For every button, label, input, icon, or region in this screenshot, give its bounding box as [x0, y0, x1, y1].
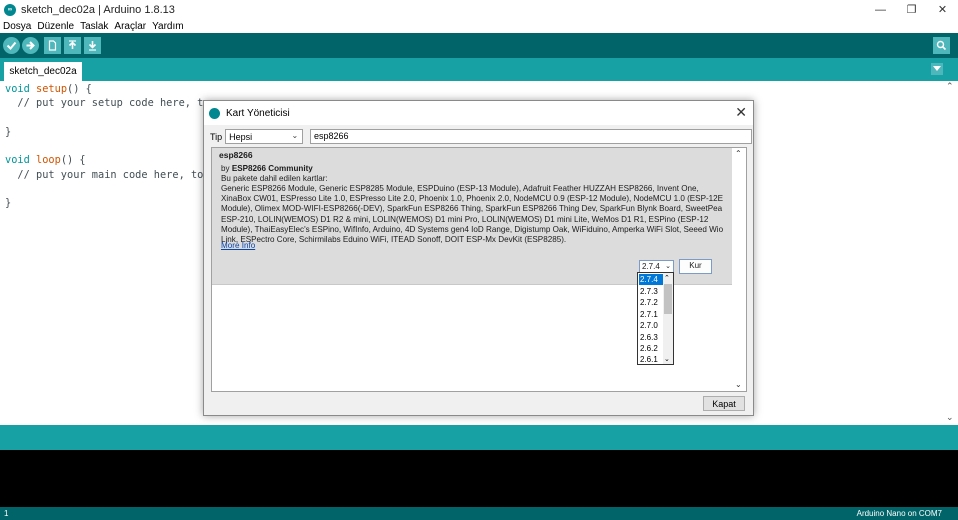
code-keyword: void — [5, 83, 30, 95]
toolbar — [0, 33, 958, 58]
list-scrollbar[interactable]: ⌃ ⌄ — [732, 148, 746, 391]
code-line: void setup() { — [5, 83, 944, 97]
package-name: esp8266 — [219, 150, 253, 160]
chevron-down-icon — [933, 66, 941, 71]
status-bar: 1 Arduino Nano on COM7 — [0, 507, 958, 520]
dialog-title: Kart Yöneticisi — [226, 107, 290, 119]
type-select-value: Hepsi — [229, 131, 253, 142]
editor-scrollbar[interactable]: ⌃ ⌄ — [944, 81, 958, 425]
upload-button[interactable] — [22, 37, 39, 54]
board-port-status: Arduino Nano on COM7 — [856, 509, 942, 518]
package-author-prefix: by — [221, 164, 230, 173]
menu-bar: Dosya Düzenle Taslak Araçlar Yardım — [0, 19, 190, 33]
version-dropdown[interactable]: 2.7.4 2.7.3 2.7.2 2.7.1 2.7.0 2.6.3 2.6.… — [637, 272, 674, 365]
tab-sketch[interactable]: sketch_dec02a — [4, 62, 82, 81]
upload-icon — [26, 41, 35, 50]
verify-button[interactable] — [3, 37, 20, 54]
code-keyword: void — [5, 154, 30, 167]
dropdown-scrollbar[interactable]: ⌃ ⌄ — [663, 273, 673, 364]
serial-monitor-icon — [936, 40, 947, 51]
version-select-value: 2.7.4 — [642, 261, 660, 271]
included-boards-list: Generic ESP8266 Module, Generic ESP8285 … — [221, 184, 724, 245]
code-function: setup — [36, 83, 68, 95]
menu-sketch[interactable]: Taslak — [80, 21, 108, 32]
dialog-close-icon[interactable]: ✕ — [735, 104, 747, 121]
scroll-up-icon[interactable]: ⌃ — [946, 81, 954, 92]
new-icon — [48, 40, 57, 51]
verify-icon — [6, 41, 17, 50]
console-output — [0, 450, 958, 507]
type-select[interactable]: Hepsi ⌄ — [225, 129, 304, 144]
code-text: () { — [67, 83, 92, 95]
scroll-up-icon[interactable]: ⌃ — [664, 274, 670, 282]
tab-menu-button[interactable] — [931, 63, 943, 75]
title-bar: ∞ sketch_dec02a | Arduino 1.8.13 — ❐ ✕ — [0, 0, 958, 19]
save-icon — [88, 41, 97, 51]
chevron-down-icon: ⌄ — [291, 131, 299, 140]
version-option[interactable]: 2.7.4 — [639, 274, 663, 285]
scroll-down-icon[interactable]: ⌄ — [735, 380, 742, 389]
dialog-title-bar: Kart Yöneticisi ✕ — [204, 101, 753, 125]
code-text: () { — [60, 154, 86, 167]
open-icon — [68, 40, 77, 49]
window-controls: — ❐ ✕ — [865, 0, 958, 19]
version-option[interactable]: 2.7.0 — [639, 320, 663, 331]
package-author: by ESP8266 Community — [221, 164, 313, 174]
arduino-logo-icon — [209, 107, 220, 119]
chevron-down-icon: ⌄ — [665, 263, 671, 270]
filter-row: Tip Hepsi ⌄ esp8266 — [210, 129, 752, 144]
arduino-logo-icon: ∞ — [4, 3, 16, 16]
type-label: Tip — [210, 131, 223, 142]
version-option[interactable]: 2.6.3 — [639, 332, 663, 343]
scroll-thumb[interactable] — [664, 284, 672, 314]
boards-manager-dialog: Kart Yöneticisi ✕ Tip Hepsi ⌄ esp8266 es… — [203, 100, 754, 416]
package-author-name: ESP8266 Community — [231, 164, 313, 173]
menu-help[interactable]: Yardım — [152, 21, 184, 32]
open-button[interactable] — [64, 37, 81, 54]
menu-edit[interactable]: Düzenle — [37, 21, 74, 32]
version-option[interactable]: 2.7.3 — [639, 286, 663, 297]
version-option[interactable]: 2.6.1 — [639, 354, 663, 365]
version-option[interactable]: 2.7.1 — [639, 309, 663, 320]
install-button[interactable]: Kur — [679, 259, 712, 274]
scroll-down-icon[interactable]: ⌄ — [664, 355, 670, 363]
tab-bar: sketch_dec02a — [0, 58, 958, 81]
restore-button[interactable]: ❐ — [896, 0, 927, 19]
package-entry[interactable]: esp8266 by ESP8266 Community Bu pakete d… — [212, 148, 732, 285]
included-boards-label: Bu pakete dahil edilen kartlar: — [221, 174, 328, 183]
close-window-button[interactable]: ✕ — [927, 0, 958, 19]
minimize-button[interactable]: — — [865, 0, 896, 19]
window-title: sketch_dec02a | Arduino 1.8.13 — [21, 3, 175, 16]
scroll-down-icon[interactable]: ⌄ — [946, 412, 954, 423]
version-option[interactable]: 2.6.2 — [639, 343, 663, 354]
search-input[interactable]: esp8266 — [310, 129, 752, 144]
serial-monitor-button[interactable] — [933, 37, 950, 54]
new-button[interactable] — [44, 37, 61, 54]
menu-tools[interactable]: Araçlar — [114, 21, 146, 32]
scroll-up-icon[interactable]: ⌃ — [735, 149, 742, 158]
console-header — [0, 425, 958, 450]
code-function: loop — [36, 154, 61, 167]
arduino-ide-window: ∞ sketch_dec02a | Arduino 1.8.13 — ❐ ✕ D… — [0, 0, 958, 520]
menu-file[interactable]: Dosya — [3, 21, 31, 32]
line-number: 1 — [4, 509, 9, 518]
close-button[interactable]: Kapat — [703, 396, 745, 411]
more-info-link[interactable]: More Info — [221, 241, 255, 251]
save-button[interactable] — [84, 37, 101, 54]
version-option[interactable]: 2.7.2 — [639, 297, 663, 308]
